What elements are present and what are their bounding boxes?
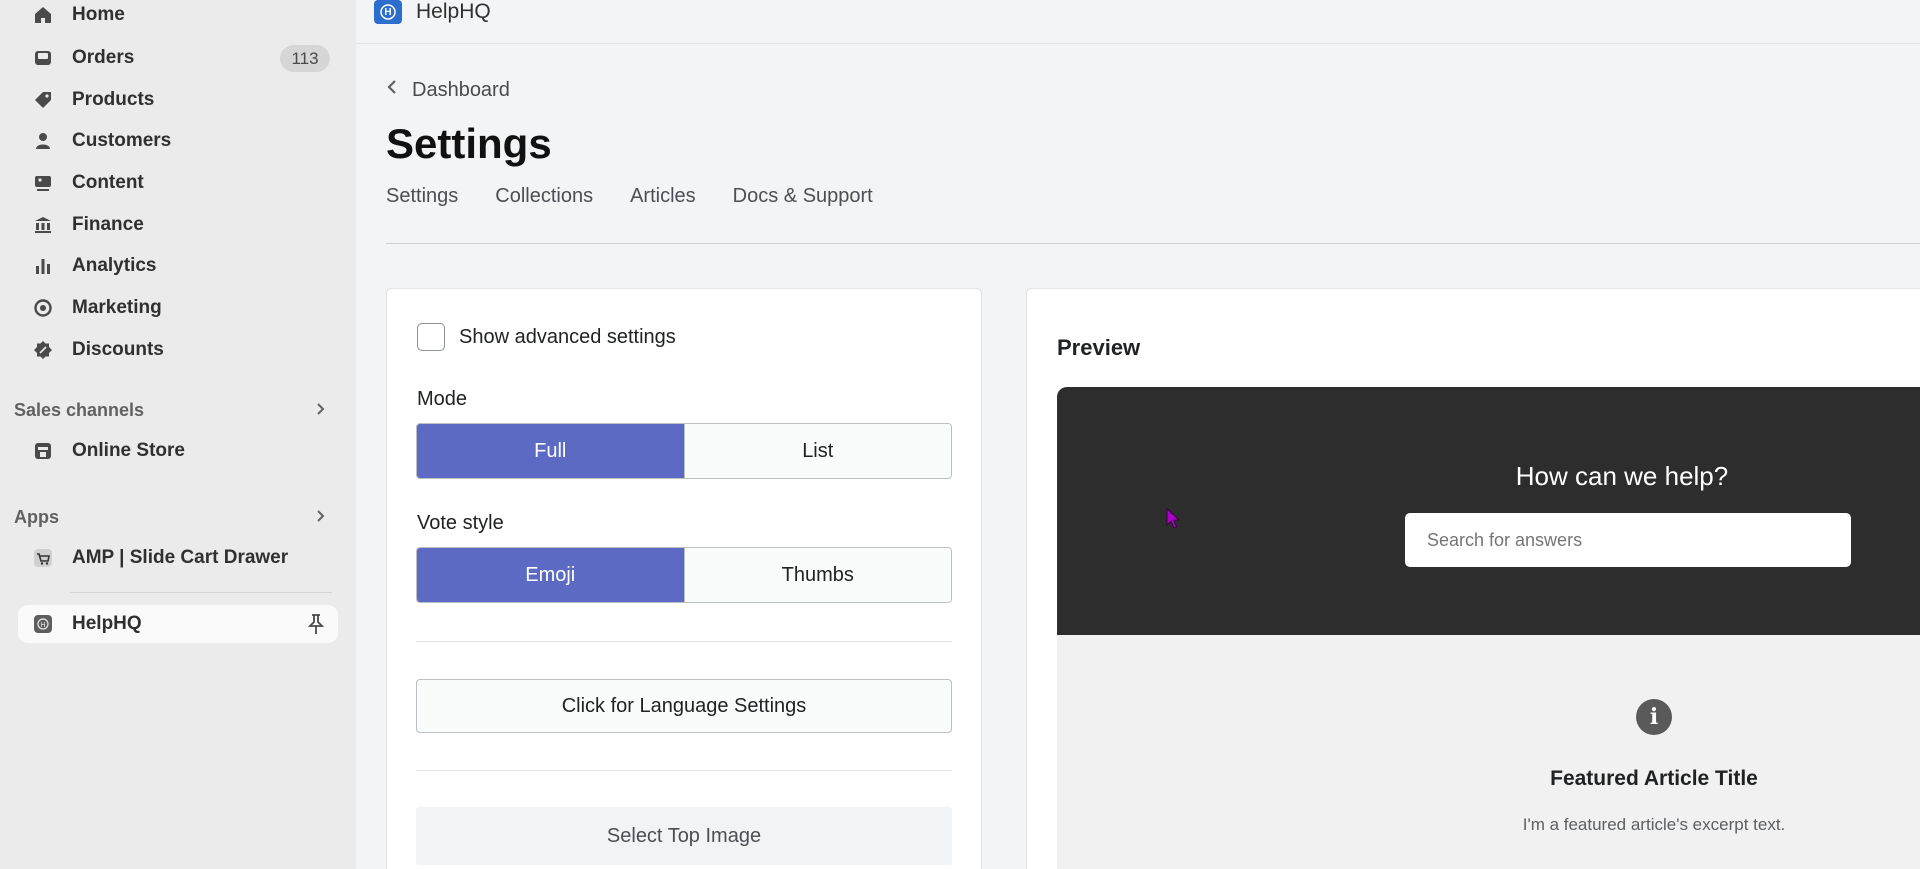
info-icon: i [1636,699,1672,735]
apps-header[interactable]: Apps [14,502,334,532]
home-icon [32,4,54,26]
sidebar-item-label: Online Store [72,440,185,461]
bank-icon [32,214,54,236]
sidebar-item-label: Home [72,4,125,25]
tabs-divider [386,243,1920,244]
tag-icon [32,89,54,111]
content-icon [32,172,54,194]
tab-collections[interactable]: Collections [495,185,593,208]
helphq-app-icon: H [32,613,54,635]
advanced-settings-row[interactable]: Show advanced settings [417,323,676,351]
helphq-logo-icon: H [374,0,402,24]
orders-count-badge: 113 [280,45,330,72]
sidebar-item-customers[interactable]: Customers [18,122,338,160]
featured-article: i Featured Article Title I'm a featured … [1057,635,1920,869]
section-divider [416,770,952,771]
sidebar-item-analytics[interactable]: Analytics [18,247,338,285]
sidebar: Home Orders 113 Products Customers Conte… [0,0,356,869]
sidebar-item-content[interactable]: Content [18,164,338,202]
sidebar-item-orders[interactable]: Orders 113 [18,39,338,77]
mode-segmented-control: Full List [416,423,952,479]
preview-card: Preview How can we help? i Featured Arti… [1026,288,1920,869]
vote-emoji-button[interactable]: Emoji [417,548,684,602]
breadcrumb-dashboard-link[interactable]: Dashboard [412,79,510,102]
sidebar-item-label: Customers [72,130,172,151]
sidebar-item-label: Orders [72,47,135,68]
apps-title: Apps [14,506,59,527]
mode-label: Mode [417,388,468,410]
tab-articles[interactable]: Articles [630,185,696,208]
sidebar-item-amp-slide-cart[interactable]: AMP | Slide Cart Drawer [18,539,338,577]
select-top-image-button[interactable]: Select Top Image [416,807,952,865]
app-top-bar: H HelpHQ [356,0,1920,44]
mouse-cursor-icon [1166,507,1182,535]
featured-article-title: Featured Article Title [1550,767,1758,790]
sidebar-item-label: Marketing [72,297,162,318]
pin-icon[interactable] [306,613,326,640]
sidebar-item-label: HelpHQ [72,613,142,634]
sidebar-divider [70,592,332,593]
preview-search-input[interactable] [1405,513,1851,567]
sidebar-item-label: Finance [72,214,144,235]
preview-title: Preview [1057,335,1141,360]
breadcrumb[interactable]: Dashboard [386,78,510,102]
chevron-right-icon [312,401,328,422]
vote-style-label: Vote style [417,512,504,534]
sales-channels-title: Sales channels [14,399,145,420]
sidebar-item-label: Analytics [72,255,157,276]
tab-bar: Settings Collections Articles Docs & Sup… [386,185,873,208]
sidebar-item-helphq[interactable]: H HelpHQ [18,605,338,643]
mode-list-button[interactable]: List [683,424,951,478]
hero-question: How can we help? [1515,461,1729,491]
advanced-settings-label: Show advanced settings [459,325,676,348]
sidebar-item-online-store[interactable]: Online Store [18,432,338,470]
target-icon [32,297,54,319]
vote-thumbs-button[interactable]: Thumbs [683,548,951,602]
logo-letter: H [384,6,392,18]
person-icon [32,130,54,152]
preview-hero: How can we help? [1057,387,1920,635]
featured-article-excerpt: I'm a featured article's excerpt text. [1522,815,1786,834]
bar-chart-icon [32,255,54,277]
sidebar-item-label: Content [72,172,144,193]
sidebar-item-label: AMP | Slide Cart Drawer [72,547,289,568]
sales-channels-header[interactable]: Sales channels [14,395,334,425]
sidebar-item-label: Discounts [72,339,164,360]
tab-settings[interactable]: Settings [386,185,458,208]
discount-icon [32,339,54,361]
orders-icon [32,47,54,69]
sidebar-item-discounts[interactable]: Discounts [18,331,338,369]
vote-style-segmented-control: Emoji Thumbs [416,547,952,603]
sidebar-item-products[interactable]: Products [18,81,338,119]
page-title: Settings [386,120,552,167]
sidebar-item-home[interactable]: Home [18,0,338,34]
advanced-settings-checkbox[interactable] [417,323,445,351]
section-divider [416,641,952,642]
app-title: HelpHQ [416,0,491,23]
chevron-right-icon [312,508,328,529]
svg-text:H: H [40,622,45,629]
sidebar-item-finance[interactable]: Finance [18,206,338,244]
sidebar-item-label: Products [72,89,155,110]
cart-app-icon [32,547,54,569]
sidebar-item-marketing[interactable]: Marketing [18,289,338,327]
settings-card: Show advanced settings Mode Full List Vo… [386,288,982,869]
tab-docs-support[interactable]: Docs & Support [733,185,873,208]
store-icon [32,440,54,462]
language-settings-button[interactable]: Click for Language Settings [416,679,952,733]
mode-full-button[interactable]: Full [417,424,684,478]
chevron-left-icon [386,78,398,102]
